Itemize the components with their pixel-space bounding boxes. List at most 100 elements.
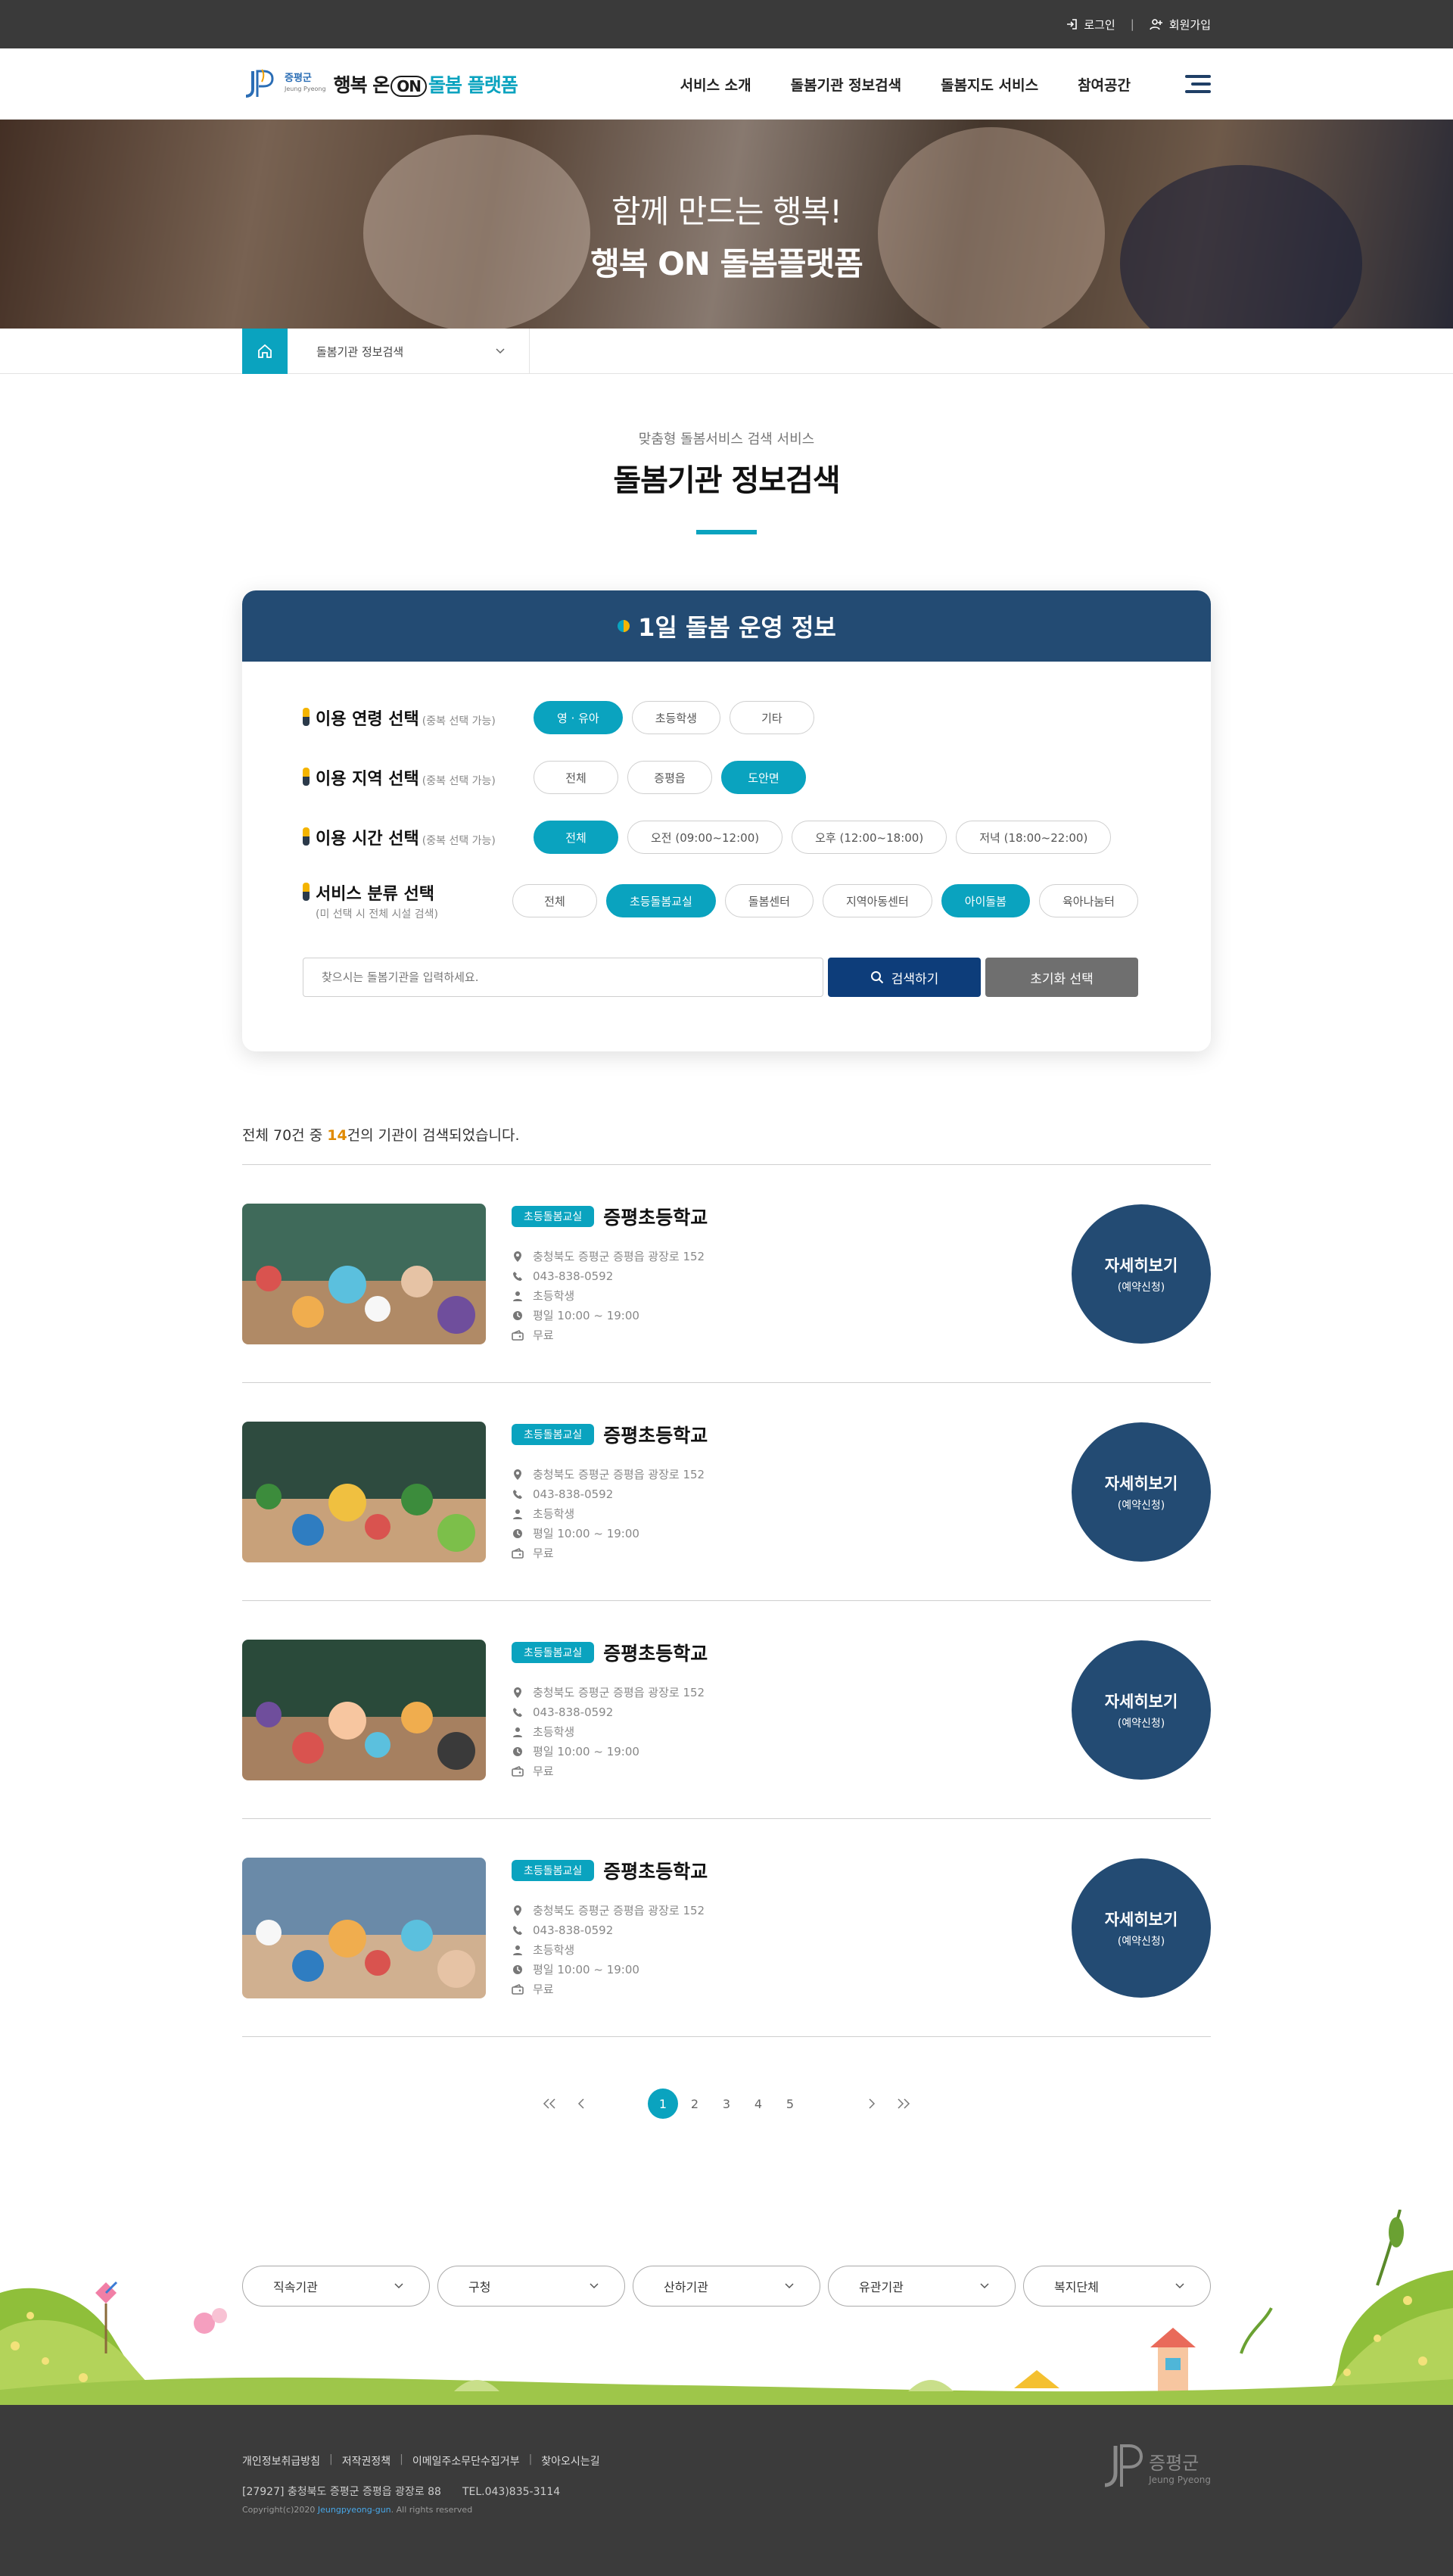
view-detail-button[interactable]: 자세히보기 (예약신청) xyxy=(1072,1858,1211,1998)
institution-title: 초등돌봄교실 증평초등학교 xyxy=(512,1857,708,1884)
detail-phone: 043-838-0592 xyxy=(512,1266,708,1286)
location-pin-icon xyxy=(514,1251,521,1262)
last-page-button[interactable] xyxy=(895,2095,913,2113)
location-pin-icon xyxy=(514,1687,521,1698)
detail-hours-text: 평일 10:00 ~ 19:00 xyxy=(533,1527,639,1540)
view-detail-label: 자세히보기 xyxy=(1104,1692,1178,1711)
filter-label-text: 이용 시간 선택 (중복 선택 가능) xyxy=(316,825,496,849)
detail-fee-text: 무료 xyxy=(533,1765,554,1778)
view-detail-button[interactable]: 자세히보기 (예약신청) xyxy=(1072,1204,1211,1344)
view-detail-button[interactable]: 자세히보기 (예약신청) xyxy=(1072,1640,1211,1780)
filter-row: 서비스 분류 선택 (미 선택 시 전체 시설 검색) 전체 초등돌봄교실 돌봄센터 지역… xyxy=(303,880,1138,921)
filter-option-chip[interactable]: 전체 xyxy=(534,821,618,854)
bullet-icon xyxy=(303,827,310,846)
filter-option-chip[interactable]: 증평읍 xyxy=(627,761,712,794)
view-detail-label: 자세히보기 xyxy=(1104,1474,1178,1493)
filter-label-hint: (중복 선택 가능) xyxy=(422,835,496,847)
institution-title: 초등돌봄교실 증평초등학교 xyxy=(512,1421,708,1448)
result-count-value: 14 xyxy=(327,1127,347,1144)
breadcrumb-menu-select[interactable]: 돌봄기관 정보검색 xyxy=(288,329,530,374)
footer-links: 개인정보취급방침 | 저작권정책 | 이메일주소무단수집거부 | 찾아오시는길 xyxy=(242,2453,1211,2469)
filter-option-chip[interactable]: 저녁 (18:00~22:00) xyxy=(956,821,1112,854)
filter-options: 전체 증평읍 도안면 xyxy=(534,761,806,794)
next-page-button[interactable] xyxy=(863,2095,881,2113)
menu-hamburger-icon[interactable] xyxy=(1185,75,1211,93)
view-detail-button[interactable]: 자세히보기 (예약신청) xyxy=(1072,1422,1211,1562)
nav-institution-search[interactable]: 돌봄기관 정보검색 xyxy=(791,74,901,95)
filter-option-chip[interactable]: 초등학생 xyxy=(631,701,720,734)
site-logo[interactable]: 증평군 Jeung Pyeong 행복 온 ON 돌봄 플랫폼 xyxy=(242,67,518,101)
nav-care-map[interactable]: 돌봄지도 서비스 xyxy=(941,74,1038,95)
footer-logo: 증평군 Jeung Pyeong xyxy=(1103,2441,1211,2491)
detail-address: 충청북도 증평군 증평읍 광장로 152 xyxy=(512,1901,708,1920)
page-number-2[interactable]: 2 xyxy=(680,2089,710,2119)
filter-option-chip[interactable]: 도안면 xyxy=(721,761,806,794)
related-site-select[interactable]: 유관기관 xyxy=(828,2266,1016,2307)
page-number-5[interactable]: 5 xyxy=(775,2089,805,2119)
filter-label: 이용 지역 선택 (중복 선택 가능) xyxy=(303,765,534,790)
detail-phone-text: 043-838-0592 xyxy=(533,1487,614,1501)
related-site-select[interactable]: 직속기관 xyxy=(242,2266,430,2307)
detail-fee: 무료 xyxy=(512,1325,708,1345)
footer-tel: TEL.043)835-3114 xyxy=(462,2486,561,2498)
filter-option-chip[interactable]: 영 · 유아 xyxy=(534,701,623,734)
nav-participation[interactable]: 참여공간 xyxy=(1078,74,1131,95)
filter-label-hint: (중복 선택 가능) xyxy=(422,715,496,727)
filter-option-chip[interactable]: 초등돌봄교실 xyxy=(605,884,716,917)
footer-copyright: Copyright(c)2020 Jeungpyeong-gun. All ri… xyxy=(242,2505,473,2515)
related-site-select[interactable]: 산하기관 xyxy=(633,2266,820,2307)
filter-options: 영 · 유아 초등학생 기타 xyxy=(534,701,814,734)
search-button[interactable]: 검색하기 xyxy=(828,958,981,997)
join-link[interactable]: 회원가입 xyxy=(1150,17,1211,33)
institution-name: 증평초등학교 xyxy=(603,1206,708,1229)
reset-button[interactable]: 초기화 선택 xyxy=(985,958,1138,997)
filter-option-chip[interactable]: 전체 xyxy=(512,884,597,917)
clock-icon xyxy=(513,1310,522,1320)
filter-label-title: 이용 연령 선택 xyxy=(316,710,419,729)
filter-option-chip[interactable]: 지역아동센터 xyxy=(822,884,932,917)
detail-fee-text: 무료 xyxy=(533,1328,554,1342)
search-input[interactable] xyxy=(303,958,823,997)
related-site-select[interactable]: 복지단체 xyxy=(1023,2266,1211,2307)
institution-name: 증평초등학교 xyxy=(603,1424,708,1447)
chevron-down-icon xyxy=(590,2283,599,2289)
search-icon xyxy=(870,971,883,984)
category-badge: 초등돌봄교실 xyxy=(512,1641,595,1663)
filter-option-chip[interactable]: 아이돌봄 xyxy=(941,884,1030,917)
page-number-4[interactable]: 4 xyxy=(743,2089,773,2119)
page-number-3[interactable]: 3 xyxy=(711,2089,742,2119)
detail-address: 충청북도 증평군 증평읍 광장로 152 xyxy=(512,1683,708,1702)
home-button[interactable] xyxy=(242,329,288,374)
footer-link-separator: | xyxy=(400,2453,403,2465)
detail-target: 초등학생 xyxy=(512,1940,708,1960)
institution-info: 초등돌봄교실 증평초등학교 충청북도 증평군 증평읍 광장로 152 043-838-… xyxy=(512,1203,708,1345)
filter-option-chip[interactable]: 기타 xyxy=(729,701,814,734)
prev-page-button[interactable] xyxy=(572,2095,590,2113)
related-site-select[interactable]: 구청 xyxy=(437,2266,625,2307)
detail-address-text: 충청북도 증평군 증평읍 광장로 152 xyxy=(533,1468,705,1481)
filter-option-chip[interactable]: 육아나눔터 xyxy=(1038,884,1138,917)
footer-link[interactable]: 개인정보취급방침 xyxy=(242,2453,320,2469)
footer-link[interactable]: 찾아오시는길 xyxy=(541,2453,599,2469)
detail-phone-text: 043-838-0592 xyxy=(533,1269,614,1283)
filter-option-chip[interactable]: 오전 (09:00~12:00) xyxy=(627,821,783,854)
footer-link[interactable]: 저작권정책 xyxy=(342,2453,390,2469)
login-link[interactable]: 로그인 xyxy=(1066,17,1115,33)
first-page-button[interactable] xyxy=(540,2095,558,2113)
result-item: 초등돌봄교실 증평초등학교 충청북도 증평군 증평읍 광장로 152 043-838-… xyxy=(242,1165,1211,1383)
page-number-1[interactable]: 1 xyxy=(648,2089,678,2119)
detail-hours: 평일 10:00 ~ 19:00 xyxy=(512,1960,708,1980)
nav-service-intro[interactable]: 서비스 소개 xyxy=(680,74,751,95)
detail-target: 초등학생 xyxy=(512,1722,708,1742)
filter-option-chip[interactable]: 전체 xyxy=(534,761,618,794)
person-icon xyxy=(513,1727,522,1737)
reservation-label: (예약신청) xyxy=(1117,1935,1165,1948)
result-item: 초등돌봄교실 증평초등학교 충청북도 증평군 증평읍 광장로 152 043-838-… xyxy=(242,1819,1211,2037)
footer-link[interactable]: 이메일주소무단수집거부 xyxy=(412,2453,520,2469)
double-chevron-left-icon xyxy=(543,2098,555,2109)
filter-option-chip[interactable]: 오후 (12:00~18:00) xyxy=(792,821,947,854)
chevron-left-icon xyxy=(577,2098,584,2109)
filter-label-text: 이용 연령 선택 (중복 선택 가능) xyxy=(316,706,496,730)
filter-option-chip[interactable]: 돌봄센터 xyxy=(724,884,814,917)
filter-options: 전체 초등돌봄교실 돌봄센터 지역아동센터 아이돌봄 육아나눔터 xyxy=(512,884,1138,917)
